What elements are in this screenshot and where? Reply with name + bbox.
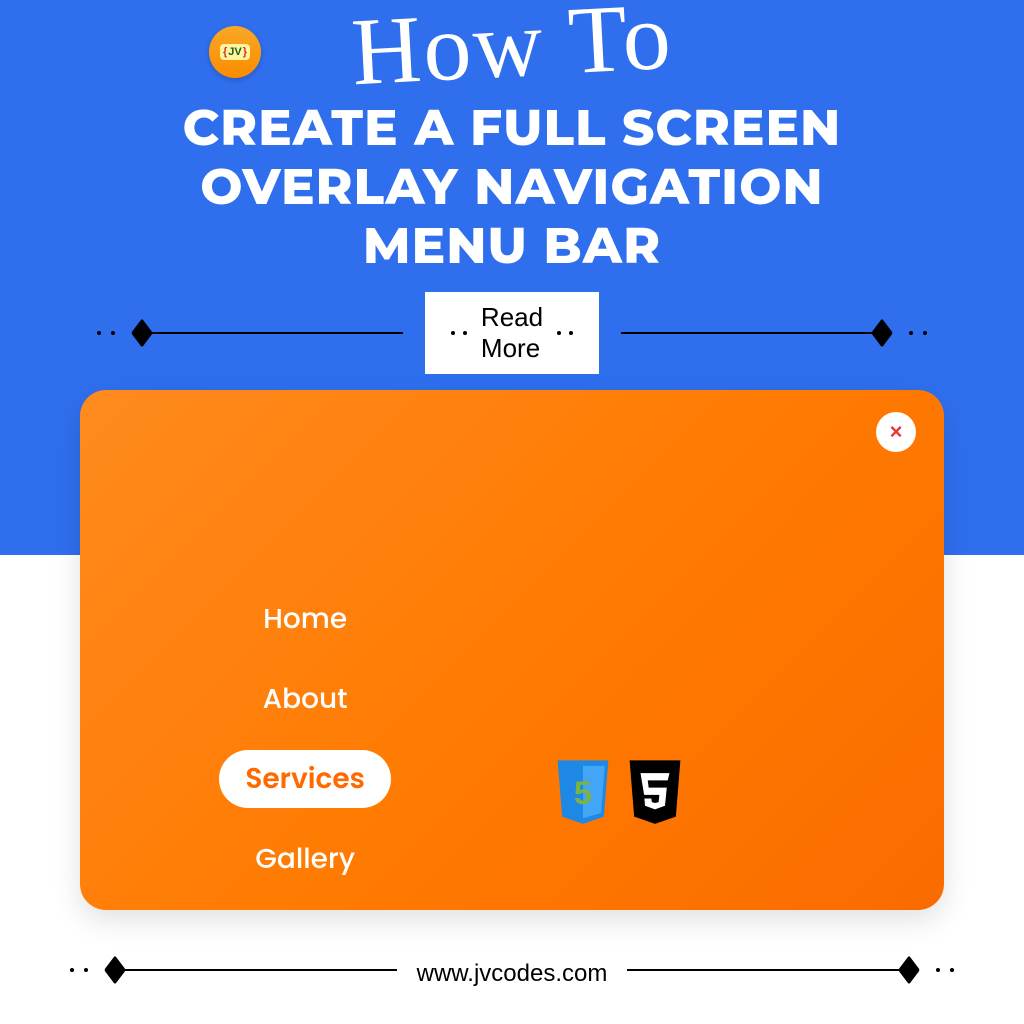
divider-line xyxy=(621,332,873,334)
page-title: CREATE A FULL SCREEN OVERLAY NAVIGATION … xyxy=(0,98,1024,275)
menu-item-about[interactable]: About xyxy=(237,670,374,728)
decorative-dots xyxy=(909,331,927,335)
html5-icon: 5 xyxy=(554,760,612,826)
divider-line xyxy=(151,332,403,334)
css3-icon xyxy=(626,760,684,826)
close-button[interactable]: × xyxy=(876,412,916,452)
decorative-dots xyxy=(97,331,115,335)
top-divider: Read More xyxy=(0,292,1024,374)
menu-item-gallery[interactable]: Gallery xyxy=(229,830,381,888)
menu-item-home[interactable]: Home xyxy=(237,590,373,648)
svg-text:5: 5 xyxy=(574,774,592,811)
title-line-3: MENU BAR xyxy=(0,216,1024,275)
close-icon: × xyxy=(890,419,903,445)
tech-badges: 5 xyxy=(554,760,684,826)
diamond-ornament-icon xyxy=(871,318,893,347)
overlay-navigation-preview: × Home About Services Gallery Feedback 5 xyxy=(80,390,944,910)
menu-item-services[interactable]: Services xyxy=(219,750,391,808)
site-url: www.jvcodes.com xyxy=(0,960,1024,988)
overlay-menu: Home About Services Gallery Feedback xyxy=(210,590,400,910)
diamond-ornament-icon xyxy=(131,318,153,347)
read-more-label: Read More xyxy=(481,302,543,364)
read-more-button[interactable]: Read More xyxy=(425,292,599,374)
title-line-2: OVERLAY NAVIGATION xyxy=(0,157,1024,216)
title-line-1: CREATE A FULL SCREEN xyxy=(0,98,1024,157)
